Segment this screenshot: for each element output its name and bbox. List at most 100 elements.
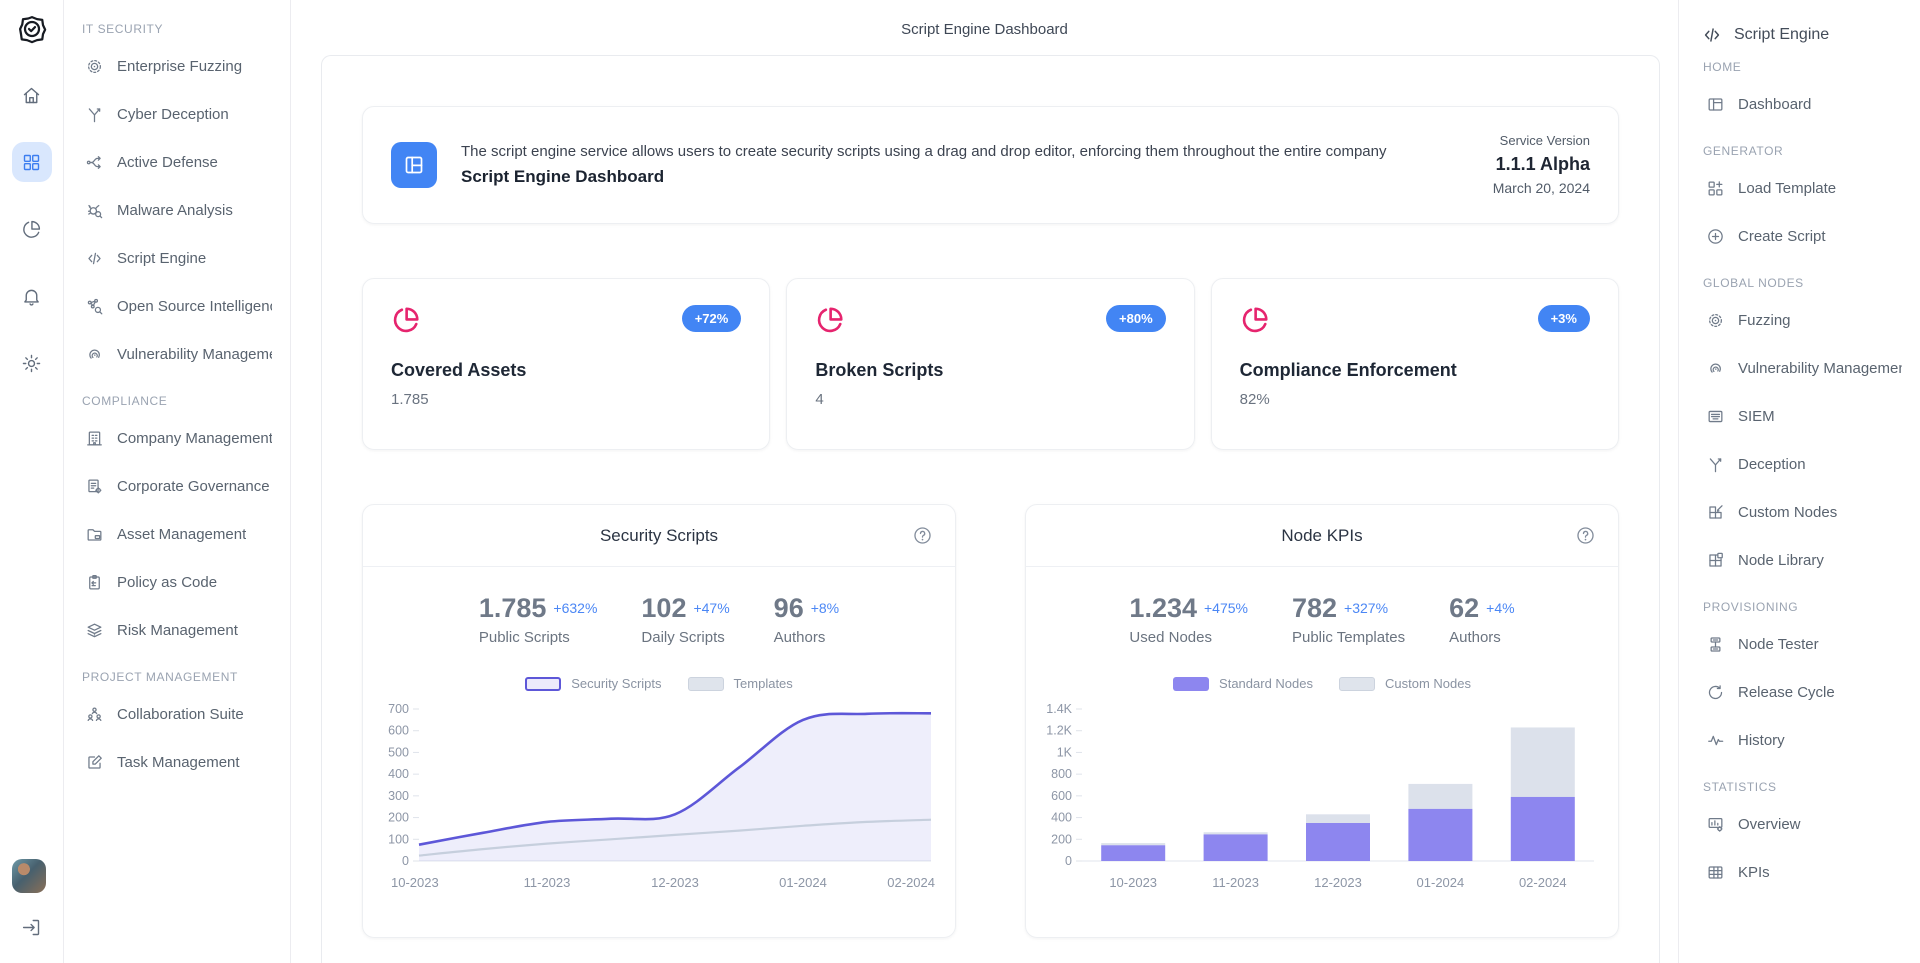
apps-icon: [21, 152, 42, 173]
svg-text:11-2023: 11-2023: [1212, 875, 1259, 890]
rightbar-item-dashboard[interactable]: Dashboard: [1701, 80, 1906, 128]
rightbar-item-load-template[interactable]: Load Template: [1701, 164, 1906, 212]
chart-title: Node KPIs: [1281, 526, 1362, 546]
nav-item-label: Custom Nodes: [1738, 504, 1837, 521]
rightbar-item-create-script[interactable]: Create Script: [1701, 212, 1906, 260]
sidebar-item-corporate-governance[interactable]: Corporate Governance: [80, 462, 276, 510]
rightbar-item-node-tester[interactable]: Node Tester: [1701, 620, 1906, 668]
svg-text:400: 400: [1051, 811, 1072, 825]
rightbar-section-generator: GENERATOR: [1703, 144, 1906, 158]
svg-text:400: 400: [388, 767, 409, 781]
trend-badge: +3%: [1538, 305, 1590, 332]
kpi-cards-row: +72% Covered Assets 1.785 +80% Broken Sc…: [362, 278, 1619, 450]
svg-text:0: 0: [1065, 854, 1072, 868]
pie-chart-icon: [391, 305, 421, 335]
user-avatar[interactable]: [12, 859, 46, 893]
stat-title: Broken Scripts: [815, 360, 1165, 381]
trend-badge: +72%: [682, 305, 742, 332]
service-version-value: 1.1.1 Alpha: [1493, 151, 1590, 178]
sidebar-item-task-management[interactable]: Task Management: [80, 738, 276, 786]
rightbar-header: Script Engine: [1701, 24, 1906, 46]
fingerprint-icon: [84, 345, 104, 364]
chart-legend: Standard NodesCustom Nodes: [1026, 676, 1618, 691]
rail-logout-button[interactable]: [12, 907, 52, 947]
presentation-icon: [1705, 815, 1725, 834]
nav-item-label: Vulnerability Management: [1738, 360, 1902, 377]
rightbar-item-fuzzing[interactable]: Fuzzing: [1701, 296, 1906, 344]
grid-plus-icon: [1705, 179, 1725, 198]
rightbar-item-history[interactable]: History: [1701, 716, 1906, 764]
svg-text:12-2023: 12-2023: [1314, 875, 1362, 890]
bug-icon: [84, 201, 104, 220]
page-title: Script Engine Dashboard: [291, 0, 1678, 38]
nav-item-label: SIEM: [1738, 408, 1775, 425]
target-icon: [1705, 311, 1725, 330]
sidebar-item-malware-analysis[interactable]: Malware Analysis: [80, 186, 276, 234]
svg-text:600: 600: [388, 724, 409, 738]
nav-item-label: Deception: [1738, 456, 1806, 473]
help-icon[interactable]: [1575, 525, 1596, 551]
nav-item-label: Open Source Intelligence: [117, 298, 272, 315]
rail-notifications-button[interactable]: [12, 276, 52, 316]
svg-text:11-2023: 11-2023: [524, 875, 571, 890]
stat-value: 82%: [1240, 391, 1590, 408]
svg-text:200: 200: [388, 811, 409, 825]
pulse-icon: [1705, 731, 1725, 750]
siem-icon: [1705, 407, 1725, 426]
sidebar-item-company-management[interactable]: Company Management: [80, 414, 276, 462]
logout-icon: [21, 917, 42, 938]
sidebar-item-enterprise-fuzzing[interactable]: Enterprise Fuzzing: [80, 42, 276, 90]
branch-icon: [84, 153, 104, 172]
sidebar-item-script-engine[interactable]: Script Engine: [80, 234, 276, 282]
nav-item-label: Corporate Governance: [117, 478, 270, 495]
nav-item-label: Enterprise Fuzzing: [117, 58, 242, 75]
rail-home-button[interactable]: [12, 75, 52, 115]
grid-square-icon: [1705, 551, 1725, 570]
nav-item-label: Asset Management: [117, 526, 246, 543]
svg-text:700: 700: [388, 702, 409, 716]
svg-text:100: 100: [388, 832, 409, 846]
rightbar-item-node-library[interactable]: Node Library: [1701, 536, 1906, 584]
sidebar-item-cyber-deception[interactable]: Cyber Deception: [80, 90, 276, 138]
target-icon: [84, 57, 104, 76]
svg-text:12-2023: 12-2023: [651, 875, 699, 890]
rightbar-item-vulnerability-management[interactable]: Vulnerability Management: [1701, 344, 1906, 392]
sidebar-item-collaboration-suite[interactable]: Collaboration Suite: [80, 690, 276, 738]
sidebar-item-active-defense[interactable]: Active Defense: [80, 138, 276, 186]
charts-row: Security Scripts 1.785+632%Public Script…: [362, 504, 1619, 938]
svg-text:01-2024: 01-2024: [1417, 875, 1465, 890]
sidebar-section-project-management: PROJECT MANAGEMENT: [82, 670, 276, 684]
icon-rail: [0, 0, 64, 963]
layers-icon: [84, 621, 104, 640]
nav-item-label: Policy as Code: [117, 574, 217, 591]
nav-item-label: History: [1738, 732, 1785, 749]
rightbar-item-deception[interactable]: Deception: [1701, 440, 1906, 488]
chart-stat-authors: 96+8%Authors: [774, 593, 839, 646]
rightbar-item-custom-nodes[interactable]: Custom Nodes: [1701, 488, 1906, 536]
nav-item-label: Create Script: [1738, 228, 1826, 245]
app-logo[interactable]: [17, 14, 47, 49]
sidebar-item-open-source-intelligence[interactable]: Open Source Intelligence: [80, 282, 276, 330]
pie-icon: [21, 219, 42, 240]
rail-settings-button[interactable]: [12, 343, 52, 383]
stat-title: Covered Assets: [391, 360, 741, 381]
nav-item-label: Collaboration Suite: [117, 706, 244, 723]
rightbar-item-release-cycle[interactable]: Release Cycle: [1701, 668, 1906, 716]
rail-analytics-button[interactable]: [12, 209, 52, 249]
sidebar-item-asset-management[interactable]: Asset Management: [80, 510, 276, 558]
stat-value: 1.785: [391, 391, 741, 408]
refresh-icon: [1705, 683, 1725, 702]
rightbar-section-statistics: STATISTICS: [1703, 780, 1906, 794]
help-icon[interactable]: [912, 525, 933, 551]
sidebar-item-policy-as-code[interactable]: Policy as Code: [80, 558, 276, 606]
rightbar-item-overview[interactable]: Overview: [1701, 800, 1906, 848]
chart-stat-authors: 62+4%Authors: [1449, 593, 1514, 646]
sidebar-item-vulnerability-management[interactable]: Vulnerability Management: [80, 330, 276, 378]
rail-apps-button[interactable]: [12, 142, 52, 182]
sidebar-item-risk-management[interactable]: Risk Management: [80, 606, 276, 654]
security-scripts-area-chart: 010020030040050060070010-202311-202312-2…: [379, 701, 939, 901]
rightbar-item-kpis[interactable]: KPIs: [1701, 848, 1906, 896]
plus-circle-icon: [1705, 227, 1725, 246]
stat-card-compliance-enforcement: +3% Compliance Enforcement 82%: [1211, 278, 1619, 450]
rightbar-item-siem[interactable]: SIEM: [1701, 392, 1906, 440]
